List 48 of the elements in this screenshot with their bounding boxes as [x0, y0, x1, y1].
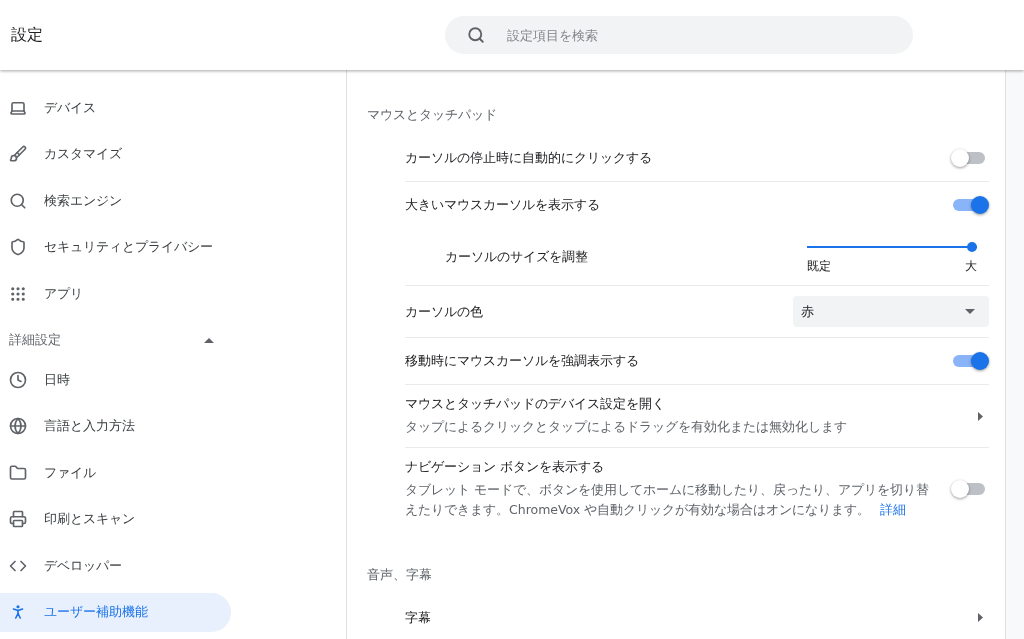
setting-description: タブレット モードで、ボタンを使用してホームに移動したり、戻ったり、アプリを切り替えたりできます。ChromeVox や自動クリックが有効な場合はオンになります。 詳細: [405, 481, 930, 519]
learn-more-link[interactable]: 詳細: [880, 502, 907, 517]
sidebar-item[interactable]: セキュリティとプライバシー: [0, 227, 231, 267]
setting-label: 移動時にマウスカーソルを強調表示する: [405, 352, 639, 370]
setting-label: カーソルの停止時に自動的にクリックする: [405, 148, 652, 167]
sidebar-item[interactable]: ファイル: [0, 453, 231, 493]
section-title: 音声、字幕: [367, 566, 433, 584]
shield-icon: [9, 238, 27, 257]
setting-label: 大きいマウスカーソルを表示する: [405, 196, 600, 214]
sidebar-item[interactable]: 日時: [0, 360, 231, 400]
folder-icon: [9, 463, 27, 482]
toggle-switch[interactable]: [953, 483, 985, 495]
caret-up-icon: [204, 337, 214, 343]
sidebar-item[interactable]: ユーザー補助機能: [0, 592, 231, 632]
search-icon: [467, 26, 485, 44]
sidebar-item[interactable]: カスタマイズ: [0, 134, 231, 174]
section-label: 詳細設定: [9, 331, 61, 350]
sidebar-item[interactable]: 検索エンジン: [0, 181, 231, 221]
clock-icon: [9, 370, 27, 389]
sidebar-item[interactable]: アプリ: [0, 274, 231, 314]
sidebar-item[interactable]: デバイス: [0, 88, 231, 128]
arrow-right-icon[interactable]: [978, 613, 983, 622]
setting-label: ナビゲーション ボタンを表示する: [405, 458, 606, 476]
toggle-switch[interactable]: [953, 151, 985, 164]
grid-icon: [9, 284, 27, 303]
section-title: マウスとタッチパッド: [367, 106, 498, 124]
slider-min-label: 既定: [807, 258, 831, 275]
setting-description: タップによるクリックとタップによるドラッグを有効化または無効化します: [405, 418, 847, 436]
slider-track[interactable]: [807, 242, 977, 252]
sidebar-item[interactable]: デベロッパー: [0, 546, 231, 586]
sidebar-item[interactable]: 印刷とスキャン: [0, 499, 231, 539]
brush-icon: [9, 145, 27, 164]
dropdown-caret-icon: [965, 309, 975, 314]
setting-label: カーソルの色: [405, 302, 483, 321]
slider-max-label: 大: [965, 258, 977, 275]
advanced-section-header[interactable]: 詳細設定: [0, 320, 231, 360]
printer-icon: [9, 510, 27, 529]
arrow-right-icon[interactable]: [978, 411, 983, 421]
setting-label: 字幕: [405, 608, 431, 627]
search-field[interactable]: 設定項目を検索: [445, 16, 913, 54]
setting-label: カーソルのサイズを調整: [445, 247, 588, 266]
slider-thumb[interactable]: [967, 242, 977, 252]
search-icon: [9, 191, 27, 210]
page-title: 設定: [11, 24, 44, 46]
color-dropdown[interactable]: 赤: [793, 296, 989, 327]
sidebar-item[interactable]: 言語と入力方法: [0, 406, 231, 446]
setting-label: マウスとタッチパッドのデバイス設定を開く: [405, 395, 666, 413]
globe-icon: [9, 417, 27, 436]
